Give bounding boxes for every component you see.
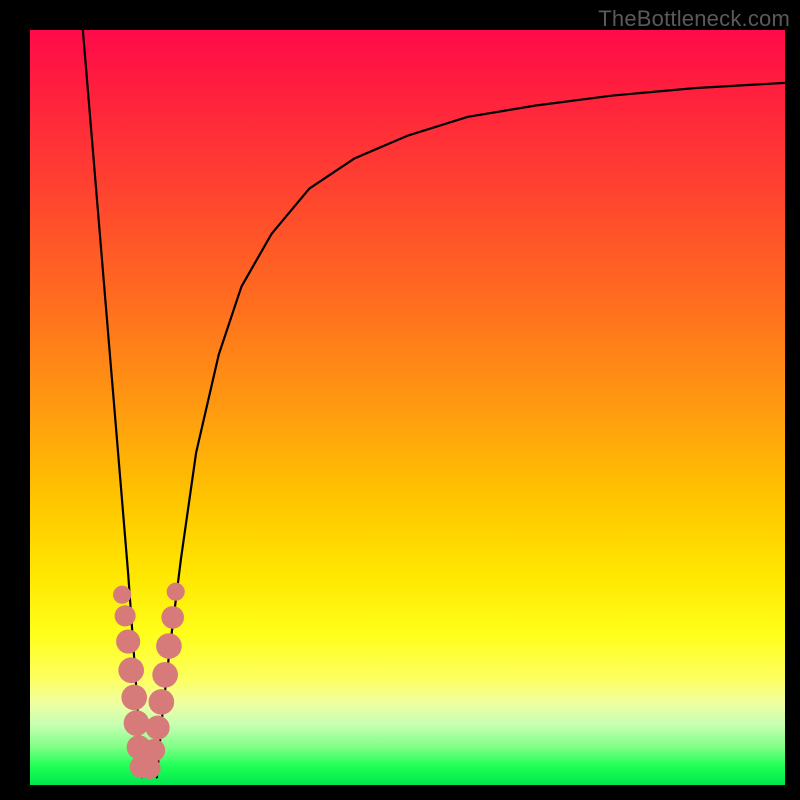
marker-dot <box>124 710 150 736</box>
marker-dot <box>146 716 170 740</box>
marker-dot <box>143 739 166 762</box>
marker-dot <box>156 633 182 659</box>
marker-dot <box>161 606 184 629</box>
marker-dot <box>167 583 185 601</box>
marker-dot <box>149 689 175 715</box>
watermark-text: TheBottleneck.com <box>598 6 790 32</box>
chart-frame: TheBottleneck.com <box>0 0 800 800</box>
plot-area <box>30 30 785 785</box>
marker-cluster <box>113 583 185 779</box>
marker-dot <box>118 657 144 683</box>
marker-dot <box>152 662 178 688</box>
right-branch-curve <box>157 83 785 778</box>
chart-svg <box>30 30 785 785</box>
marker-dot <box>113 586 131 604</box>
marker-dot <box>115 605 136 626</box>
marker-dot <box>116 629 140 653</box>
marker-dot <box>121 685 147 711</box>
